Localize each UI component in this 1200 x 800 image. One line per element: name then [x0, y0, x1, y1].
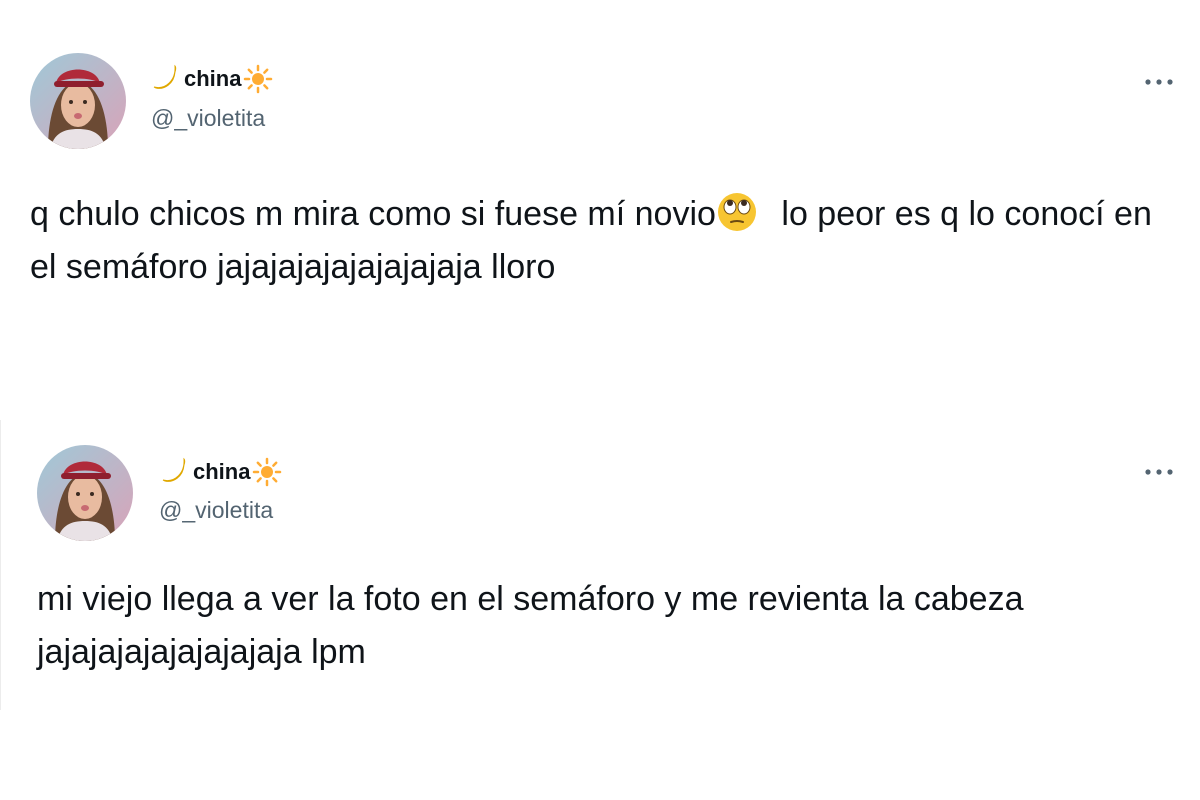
user-handle[interactable]: @_violetita: [159, 497, 273, 524]
user-handle[interactable]: @_violetita: [151, 105, 265, 132]
tweet-text: mi viejo llega a ver la foto en el semáf…: [37, 580, 1024, 671]
more-options-icon[interactable]: [1142, 70, 1176, 94]
display-name-row[interactable]: china: [159, 457, 282, 487]
crescent-moon-icon: [159, 457, 189, 487]
more-options-icon[interactable]: [1142, 460, 1176, 484]
sun-icon: [243, 64, 273, 94]
crescent-moon-icon: [150, 64, 180, 94]
tweet-card[interactable]: china @_violetita: [0, 420, 1200, 710]
display-name: china: [193, 459, 251, 484]
tweet-card[interactable]: china @_violetita: [0, 0, 1200, 400]
face-with-rolling-eyes-icon: [716, 191, 758, 233]
display-name: china: [184, 66, 242, 91]
display-name-row[interactable]: china: [150, 64, 273, 94]
avatar[interactable]: [30, 53, 126, 149]
tweet-text: q chulo chicos m mira como si fuese mí n…: [30, 188, 1160, 294]
sun-icon: [252, 457, 282, 487]
tweet-text-part: q chulo chicos m mira como si fuese mí n…: [30, 195, 716, 233]
avatar[interactable]: [37, 445, 133, 541]
